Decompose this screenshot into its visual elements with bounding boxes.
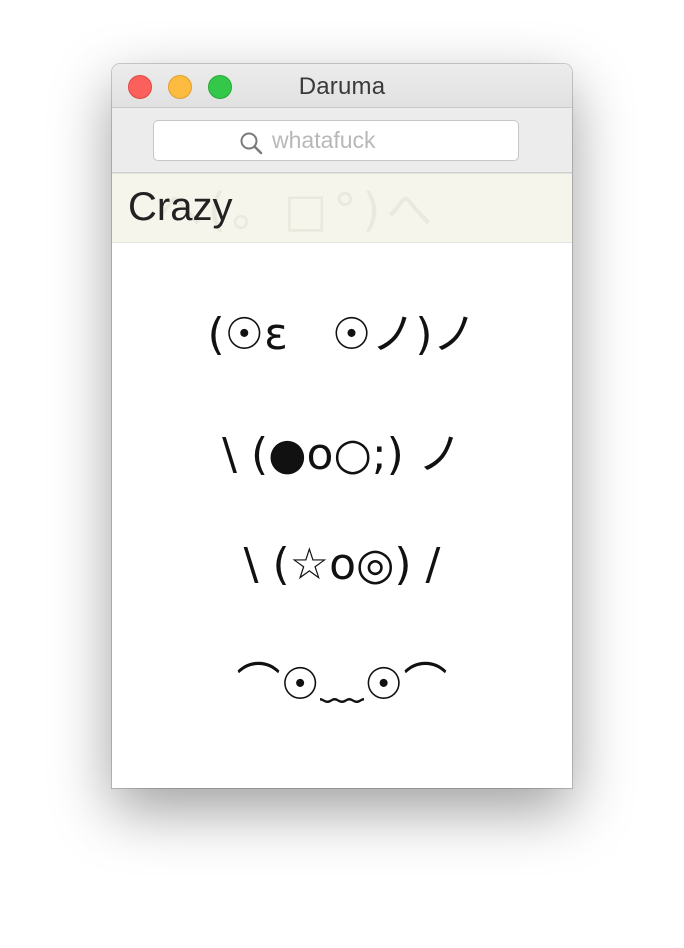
- emoticon-item[interactable]: ⌒☉﹏☉⌒: [112, 663, 572, 707]
- search-input[interactable]: [272, 125, 502, 155]
- title-bar[interactable]: Daruma: [112, 64, 572, 108]
- emoticon-item[interactable]: (☉ε ☉ノ)ノ: [112, 313, 572, 357]
- app-window: Daruma へ(。□°)へ Crazy (☉ε ☉ノ)ノ \ (●o○;) ノ…: [112, 64, 572, 788]
- emoticon-item[interactable]: \ (●o○;) ノ: [112, 433, 572, 477]
- emoticon-item[interactable]: \ (☆o◎) /: [112, 543, 572, 587]
- category-title: Crazy: [128, 185, 233, 229]
- category-header: へ(。□°)へ Crazy: [112, 173, 572, 243]
- search-field[interactable]: [153, 120, 519, 161]
- search-bar: [112, 108, 572, 173]
- window-title: Daruma: [298, 73, 386, 100]
- search-icon: [240, 132, 263, 155]
